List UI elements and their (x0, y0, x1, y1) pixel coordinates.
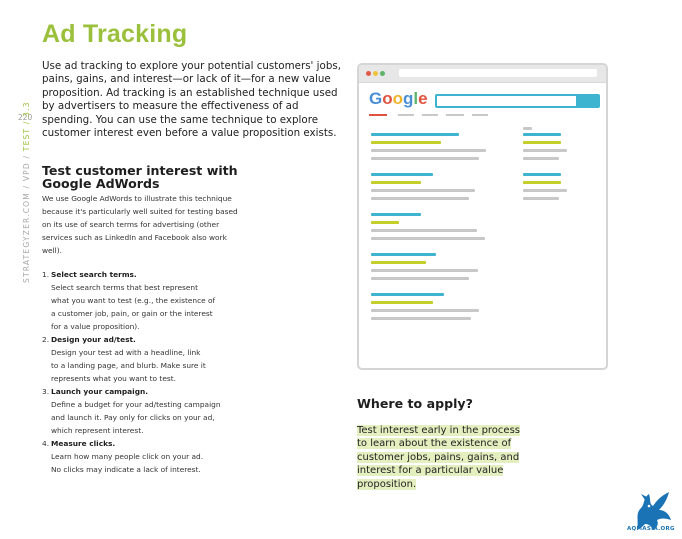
search-box (435, 94, 600, 108)
list-item: 2. Design your ad/test. Design your test… (42, 333, 272, 385)
brand-text: AQMASIA.ORG (627, 526, 675, 532)
step-title: Select search terms. (51, 270, 137, 279)
ad-text-line (523, 157, 559, 160)
result-snippet-line (371, 149, 486, 152)
step-text: Select search terms that best represent … (51, 283, 216, 331)
list-item: 4. Measure clicks. Learn how many people… (42, 437, 272, 476)
search-engine-logo: Google (369, 89, 428, 109)
maximize-dot-icon (380, 71, 385, 76)
apply-text: Test interest early in the process to le… (357, 424, 527, 491)
step-number: 3. (42, 387, 50, 396)
result-snippet-line (371, 277, 469, 280)
result-link-line (371, 173, 433, 176)
ad-link-line (523, 173, 561, 176)
step-title: Design your ad/test. (51, 335, 136, 344)
logo-letter: e (418, 89, 428, 108)
steps-list: 1. Select search terms. Select search te… (42, 268, 272, 476)
step-number: 2. (42, 335, 50, 344)
section-path: STRATEGYZER.COM / VPD / TEST / 3.3 (22, 101, 31, 283)
page-title: Ad Tracking (42, 20, 188, 48)
ad-url-line (523, 141, 561, 144)
tab-indicator (446, 114, 464, 116)
browser-titlebar (359, 65, 606, 83)
step-number: 1. (42, 270, 50, 279)
tab-indicator (422, 114, 438, 116)
list-item: 1. Select search terms. Select search te… (42, 268, 272, 333)
apply-highlighted-text: Test interest early in the process to le… (357, 425, 520, 490)
section-path-prefix: STRATEGYZER.COM / VPD / (22, 151, 31, 283)
result-url-line (371, 181, 421, 184)
step-number: 4. (42, 439, 50, 448)
active-tab-indicator (369, 114, 387, 116)
ad-text-line (523, 197, 559, 200)
section-body: We use Google AdWords to illustrate this… (42, 194, 238, 255)
step-title: Launch your campaign. (51, 387, 149, 396)
logo-letter: g (403, 89, 414, 108)
ads-label-line (523, 127, 532, 130)
result-link-line (371, 133, 459, 136)
search-button-icon (576, 96, 598, 106)
result-link-line (371, 253, 436, 256)
apply-heading: Where to apply? (357, 396, 473, 411)
section-path-highlight: TEST / 3.3 (22, 101, 31, 152)
close-dot-icon (366, 71, 371, 76)
result-snippet-line (371, 157, 479, 160)
logo-letter: G (369, 89, 383, 108)
result-snippet-line (371, 229, 477, 232)
ad-url-line (523, 181, 561, 184)
result-url-line (371, 141, 441, 144)
list-item: 3. Launch your campaign. Define a budget… (42, 385, 272, 437)
ad-text-line (523, 189, 567, 192)
result-snippet-line (371, 309, 479, 312)
result-snippet-line (371, 237, 485, 240)
result-snippet-line (371, 197, 469, 200)
step-text: Learn how many people click on your ad. … (51, 452, 204, 474)
address-bar (399, 69, 597, 77)
ad-text-line (523, 149, 567, 152)
step-text: Design your test ad with a headline, lin… (51, 348, 206, 383)
logo-letter: o (382, 89, 393, 108)
tab-indicator (398, 114, 414, 116)
result-snippet-line (371, 189, 475, 192)
minimize-dot-icon (373, 71, 378, 76)
step-text: Define a budget for your ad/testing camp… (51, 400, 221, 435)
result-snippet-line (371, 269, 478, 272)
section-heading: Test customer interest with Google AdWor… (42, 163, 238, 192)
result-url-line (371, 261, 426, 264)
result-link-line (371, 213, 421, 216)
result-link-line (371, 293, 444, 296)
intro-paragraph: Use ad tracking to explore your potentia… (42, 60, 341, 140)
result-url-line (371, 301, 433, 304)
result-url-line (371, 221, 399, 224)
browser-illustration: Google (357, 63, 608, 370)
result-snippet-line (371, 317, 471, 320)
logo-letter: o (392, 89, 404, 108)
tab-indicator (472, 114, 488, 116)
ad-link-line (523, 133, 561, 136)
step-title: Measure clicks. (51, 439, 116, 448)
